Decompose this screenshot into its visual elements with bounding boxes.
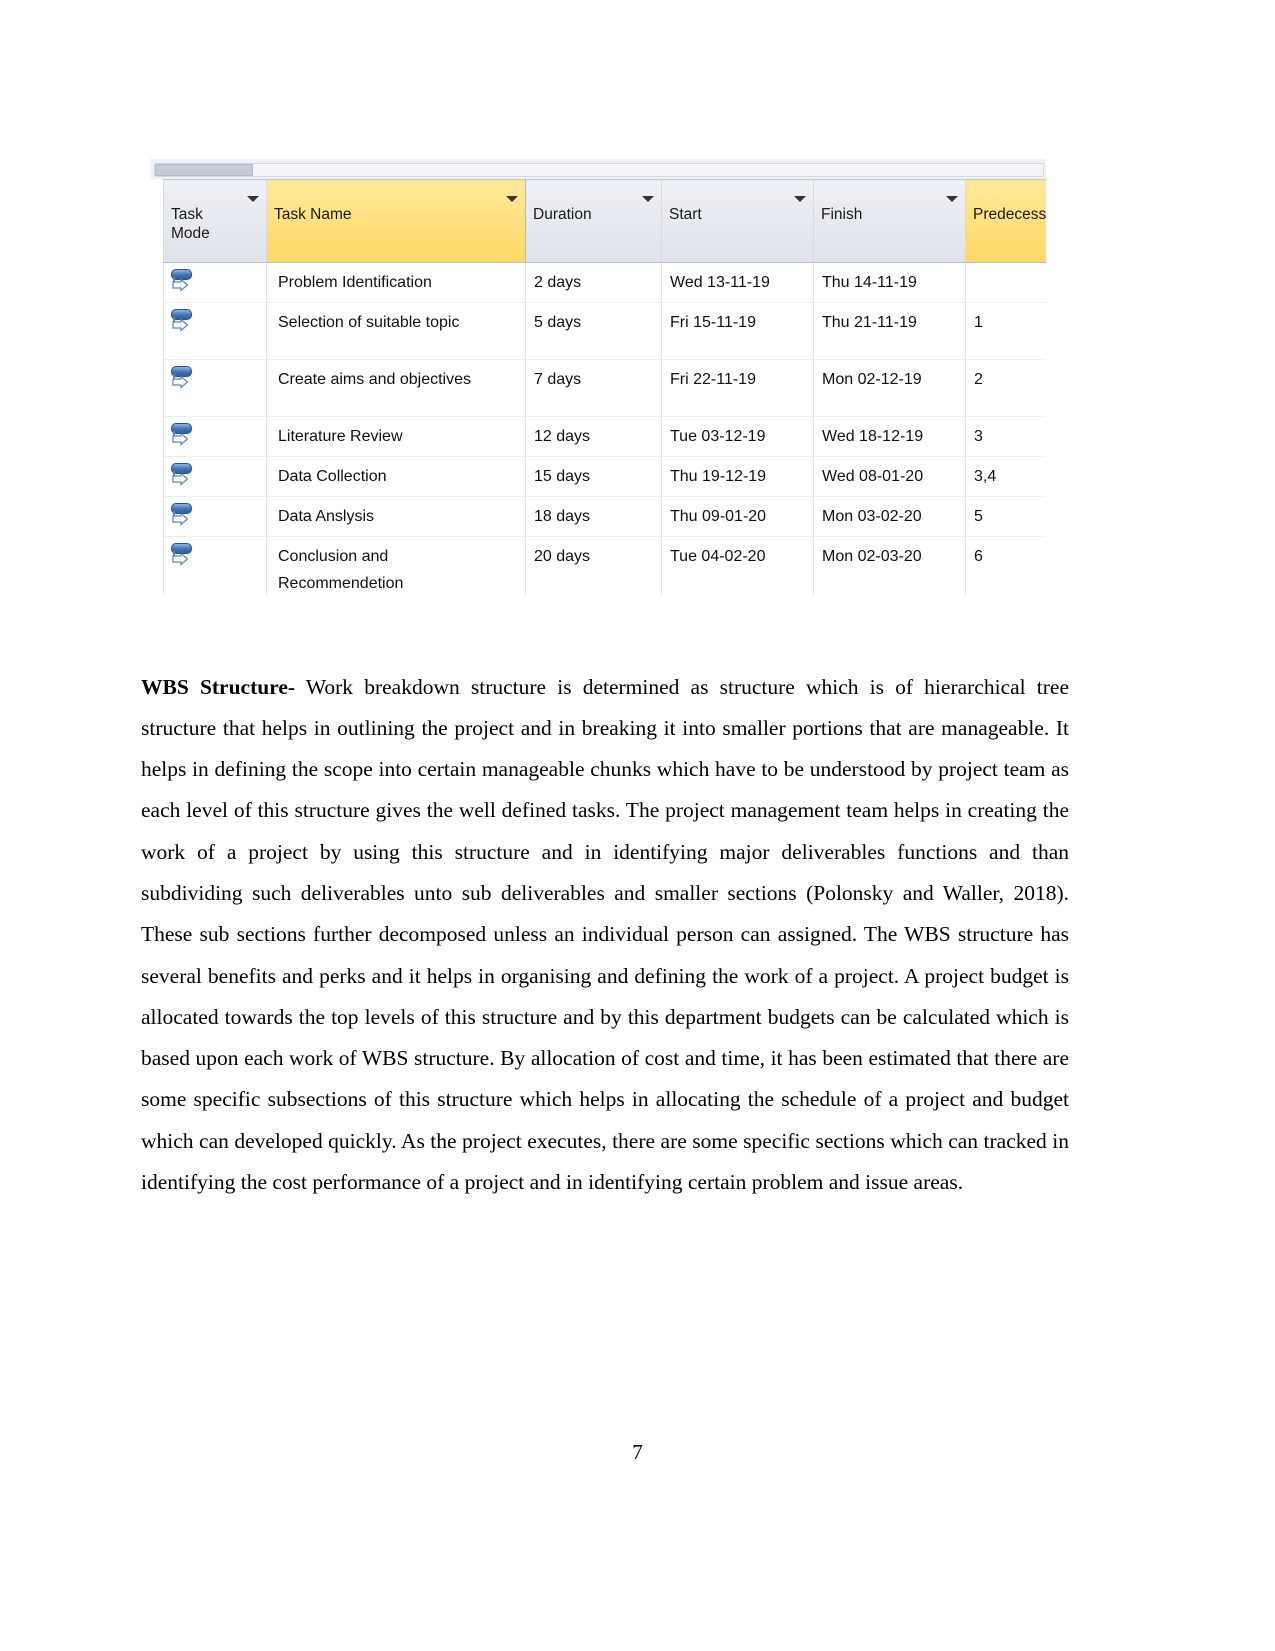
column-label-duration: Duration [533, 206, 592, 223]
cell-predecessors[interactable]: 2 [965, 359, 1046, 417]
cell-predecessors[interactable]: 3 [965, 416, 1046, 457]
task-arrow-shape [172, 433, 189, 446]
task-arrow-shape [172, 376, 189, 389]
column-header-task-mode[interactable]: Task Mode [163, 179, 267, 263]
cell-start[interactable]: Fri 15-11-19 [661, 302, 814, 360]
table-row[interactable]: Selection of suitable topic 5 days Fri 15-… [163, 302, 1046, 360]
task-arrow-shape [172, 553, 189, 566]
cell-task-mode[interactable] [163, 496, 267, 537]
cell-start[interactable]: Thu 19-12-19 [661, 456, 814, 497]
filter-chevron-down-icon[interactable] [247, 196, 259, 202]
filter-chevron-down-icon[interactable] [794, 196, 806, 202]
cell-task-mode[interactable] [163, 456, 267, 497]
scrollbar-track[interactable] [154, 163, 1044, 177]
cell-task-name[interactable]: Data Anslysis [266, 496, 526, 537]
task-arrow-shape [172, 279, 189, 292]
document-page: Task Mode Task Name Duration Start Finis… [0, 0, 1275, 1651]
manually-scheduled-icon [170, 308, 194, 334]
cell-task-mode[interactable] [163, 302, 267, 360]
column-label-finish: Finish [821, 206, 863, 223]
column-label-start: Start [669, 206, 702, 223]
cell-task-name[interactable]: Conclusion and Recommendetion [266, 536, 526, 595]
paragraph-heading: WBS Structure- [141, 674, 296, 699]
cell-start[interactable]: Thu 09-01-20 [661, 496, 814, 537]
cell-task-mode[interactable] [163, 262, 267, 303]
cell-duration[interactable]: 15 days [525, 456, 662, 497]
cell-task-name[interactable]: Create aims and objectives [266, 359, 526, 417]
manually-scheduled-icon [170, 502, 194, 528]
column-label-task-mode: Task Mode [171, 206, 210, 242]
cell-task-name[interactable]: Problem Identification [266, 262, 526, 303]
cell-start[interactable]: Wed 13-11-19 [661, 262, 814, 303]
cell-task-mode[interactable] [163, 416, 267, 457]
cell-predecessors[interactable] [965, 262, 1046, 303]
cell-finish[interactable]: Mon 02-03-20 [813, 536, 966, 595]
task-grid: Task Mode Task Name Duration Start Finis… [163, 179, 1046, 595]
column-header-start[interactable]: Start [661, 179, 814, 263]
manually-scheduled-icon [170, 542, 194, 568]
ms-project-table-figure: Task Mode Task Name Duration Start Finis… [150, 159, 1046, 595]
row-header-gutter [150, 179, 164, 595]
cell-task-mode[interactable] [163, 359, 267, 417]
scrollbar-thumb[interactable] [155, 164, 253, 176]
cell-finish[interactable]: Mon 03-02-20 [813, 496, 966, 537]
column-header-duration[interactable]: Duration [525, 179, 662, 263]
cell-predecessors[interactable]: 5 [965, 496, 1046, 537]
horizontal-scrollbar[interactable] [150, 159, 1046, 180]
cell-start[interactable]: Tue 04-02-20 [661, 536, 814, 595]
table-row[interactable]: Data Collection 15 days Thu 19-12-19 Wed 08… [163, 456, 1046, 497]
column-label-predecessors: Predecessors [973, 206, 1046, 223]
cell-finish[interactable]: Mon 02-12-19 [813, 359, 966, 417]
cell-task-name[interactable]: Selection of suitable topic [266, 302, 526, 360]
cell-finish[interactable]: Wed 18-12-19 [813, 416, 966, 457]
cell-duration[interactable]: 2 days [525, 262, 662, 303]
cell-task-name[interactable]: Data Collection [266, 456, 526, 497]
table-row[interactable]: Literature Review 12 days Tue 03-12-19 Wed … [163, 416, 1046, 457]
column-header-task-name[interactable]: Task Name [266, 179, 526, 263]
cell-duration[interactable]: 12 days [525, 416, 662, 457]
column-header-predecessors[interactable]: Predecessors [965, 179, 1046, 263]
task-table-body: Problem Identification 2 days Wed 13-11-19… [163, 262, 1046, 595]
manually-scheduled-icon [170, 268, 194, 294]
table-row[interactable]: Conclusion and Recommendetion 20 days Tue … [163, 536, 1046, 595]
cell-finish[interactable]: Thu 14-11-19 [813, 262, 966, 303]
filter-chevron-down-icon[interactable] [506, 196, 518, 202]
cell-start[interactable]: Tue 03-12-19 [661, 416, 814, 457]
cell-duration[interactable]: 18 days [525, 496, 662, 537]
filter-chevron-down-icon[interactable] [642, 196, 654, 202]
task-arrow-shape [172, 513, 189, 526]
header-row: Task Mode Task Name Duration Start Finis… [163, 179, 1046, 263]
table-row[interactable]: Problem Identification 2 days Wed 13-11-19… [163, 262, 1046, 303]
cell-duration[interactable]: 20 days [525, 536, 662, 595]
cell-finish[interactable]: Wed 08-01-20 [813, 456, 966, 497]
task-arrow-shape [172, 319, 189, 332]
cell-predecessors[interactable]: 1 [965, 302, 1046, 360]
cell-task-name[interactable]: Literature Review [266, 416, 526, 457]
task-table: Task Mode Task Name Duration Start Finis… [163, 179, 1046, 595]
table-row[interactable]: Create aims and objectives 7 days Fri 22-1… [163, 359, 1046, 417]
cell-predecessors[interactable]: 6 [965, 536, 1046, 595]
paragraph-body: Work breakdown structure is determined a… [141, 674, 1069, 1195]
filter-chevron-down-icon[interactable] [946, 196, 958, 202]
task-arrow-shape [172, 473, 189, 486]
cell-duration[interactable]: 5 days [525, 302, 662, 360]
task-table-header: Task Mode Task Name Duration Start Finis… [163, 179, 1046, 263]
table-row[interactable]: Data Anslysis 18 days Thu 09-01-20 Mon 03-0… [163, 496, 1046, 537]
manually-scheduled-icon [170, 422, 194, 448]
cell-duration[interactable]: 7 days [525, 359, 662, 417]
column-header-finish[interactable]: Finish [813, 179, 966, 263]
manually-scheduled-icon [170, 462, 194, 488]
page-number: 7 [632, 1440, 643, 1464]
cell-task-mode[interactable] [163, 536, 267, 595]
cell-finish[interactable]: Thu 21-11-19 [813, 302, 966, 360]
manually-scheduled-icon [170, 365, 194, 391]
wbs-structure-paragraph: WBS Structure- Work breakdown structure … [141, 667, 1069, 1204]
cell-predecessors[interactable]: 3,4 [965, 456, 1046, 497]
cell-start[interactable]: Fri 22-11-19 [661, 359, 814, 417]
column-label-task-name: Task Name [274, 206, 352, 223]
